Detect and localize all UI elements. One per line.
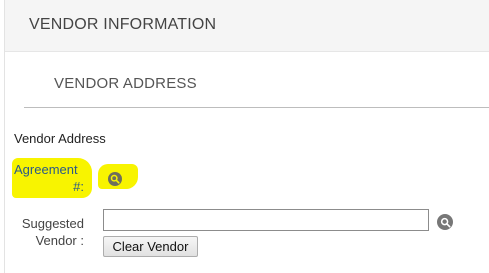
- magnifier-glyph: [440, 217, 451, 228]
- clear-vendor-button[interactable]: Clear Vendor: [103, 236, 198, 257]
- section-title: VENDOR ADDRESS: [54, 75, 197, 92]
- suggested-vendor-input[interactable]: [103, 209, 429, 231]
- suggested-vendor-label: Suggested Vendor :: [14, 215, 84, 249]
- subsection-label: Vendor Address: [14, 131, 106, 146]
- panel-header: VENDOR INFORMATION: [5, 0, 489, 52]
- agreement-label: Agreement #:: [14, 161, 86, 195]
- panel-title: VENDOR INFORMATION: [29, 16, 217, 33]
- agreement-label-line1: Agreement: [14, 162, 78, 177]
- section-divider: [24, 107, 489, 108]
- vendor-search-icon[interactable]: [437, 214, 453, 230]
- suggested-vendor-label-line1: Suggested: [21, 216, 84, 231]
- agreement-label-line2: #:: [73, 179, 84, 194]
- agreement-search-icon[interactable]: [108, 172, 122, 186]
- vendor-information-page: VENDOR INFORMATION VENDOR ADDRESS Vendor…: [0, 0, 489, 273]
- magnifier-glyph: [110, 174, 120, 184]
- suggested-vendor-label-line2: Vendor :: [35, 233, 84, 248]
